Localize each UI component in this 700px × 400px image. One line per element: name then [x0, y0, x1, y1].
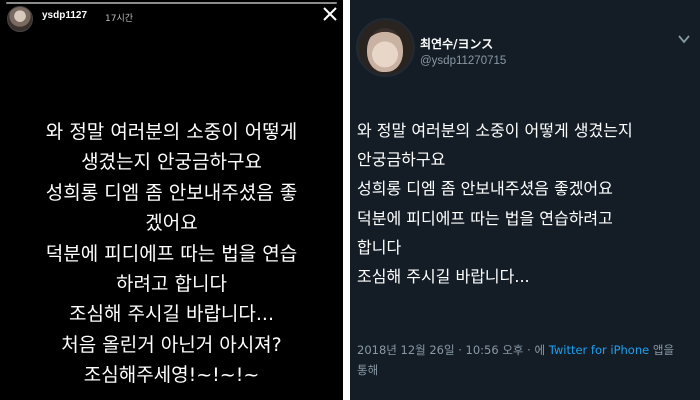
- avatar-photo: [367, 28, 403, 72]
- tweet-source-suffix: 앱을: [652, 343, 675, 357]
- chevron-down-icon[interactable]: [678, 34, 690, 44]
- tweet-timestamp[interactable]: 2018년 12월 26일 · 10:56 오후 · 에: [357, 343, 545, 357]
- tweet-text-line: 성희롱 디엠 좀 안보내주셨음 좋겠어요: [357, 179, 613, 199]
- panel-divider: [343, 0, 350, 400]
- tweet-text-line: 합니다: [357, 237, 402, 257]
- story-text-line: 조심해주세영!~!~!~: [83, 364, 260, 387]
- story-text-line: 성희롱 디엠 좀 안보내주셨음 좋: [45, 181, 298, 204]
- story-username[interactable]: ysdp1127: [42, 10, 87, 21]
- story-text-line: 덕분에 피디에프 따는 법을 연습: [45, 242, 298, 265]
- story-progress-bar: [6, 2, 337, 4]
- story-text-line: 생겼는지 안궁금하구요: [81, 151, 262, 174]
- tweet-source-link[interactable]: Twitter for iPhone: [549, 343, 650, 357]
- tweet-text-line: 덕분에 피디에프 따는 법을 연습하려고: [357, 208, 613, 228]
- story-text-line: 와 정말 여러분의 소중이 어떻게: [45, 121, 298, 143]
- tweet-handle[interactable]: @ysdp11270715: [420, 55, 506, 67]
- story-text-line: 처음 올린거 아닌거 아시져?: [61, 333, 282, 356]
- story-text-line: 겠어요: [145, 212, 198, 235]
- tweet-text-line: 와 정말 여러분의 소중이 어떻게 생겼는지: [357, 121, 633, 140]
- tweet-display-name[interactable]: 최연수/ヨンス: [420, 35, 493, 52]
- story-text-block: 와 정말 여러분의 소중이 어떻게 생겼는지 안궁금하구요 성희롱 디엠 좀 안…: [0, 117, 343, 391]
- story-avatar[interactable]: [7, 6, 33, 32]
- story-text-line: 조심해 주시길 바랍니다...: [69, 303, 274, 326]
- tweet-meta: 2018년 12월 26일 · 10:56 오후 · 에 Twitter for…: [357, 340, 692, 380]
- tweet-text-block: 와 정말 여러분의 소중이 어떻게 생겼는지 안궁금하구요 성희롱 디엠 좀 안…: [357, 116, 633, 291]
- close-icon[interactable]: [323, 7, 337, 21]
- tweet-text-line: 안궁금하구요: [357, 150, 446, 170]
- tweet-text-line: 조심해 주시길 바랍니다...: [357, 267, 530, 287]
- tweet-avatar[interactable]: [356, 18, 415, 77]
- story-text-line: 하려고 합니다: [116, 273, 227, 296]
- instagram-story-panel: ysdp1127 17시간 와 정말 여러분의 소중이 어떻게 생겼는지 안궁금…: [0, 0, 343, 400]
- story-timestamp: 17시간: [105, 14, 134, 24]
- tweet-source-suffix-2: 통해: [357, 363, 379, 377]
